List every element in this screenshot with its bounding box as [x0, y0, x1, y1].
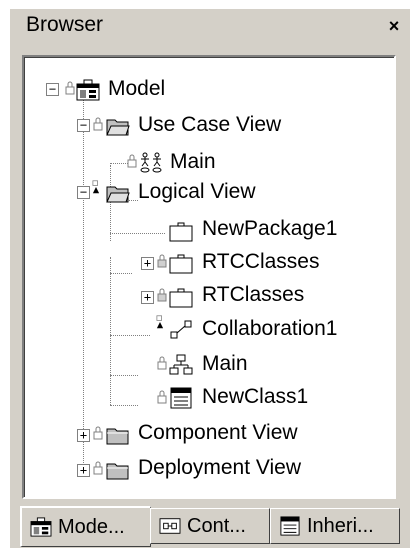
lock-icon — [157, 254, 167, 268]
browser-tabs: Mode... Cont... Inheri... — [20, 506, 410, 547]
tree-label: RTClasses — [202, 283, 305, 306]
tab-label: Inheri... — [307, 514, 374, 537]
tree-label: Collaboration1 — [202, 317, 338, 340]
expand-icon[interactable]: + — [141, 257, 154, 270]
folder-icon — [106, 463, 129, 480]
package-icon — [169, 222, 193, 242]
tree-label: Model — [108, 77, 166, 100]
lock-icon — [157, 390, 167, 404]
collaboration-icon — [170, 320, 192, 339]
tab-label: Mode... — [58, 515, 125, 538]
title-bar: Browser × — [10, 9, 410, 44]
tree-label: Main — [170, 150, 216, 173]
model-tab-icon — [30, 517, 52, 537]
class-icon — [170, 387, 192, 409]
package-icon — [169, 288, 193, 308]
open-folder-icon — [106, 119, 130, 136]
tree-label: NewClass1 — [202, 385, 309, 408]
package-icon — [169, 254, 193, 274]
tree-view[interactable]: − Model − Use Case View Main − Logical V… — [22, 55, 396, 499]
tree-label: RTCClasses — [202, 250, 320, 273]
tree-label: NewPackage1 — [202, 217, 338, 240]
tab-inheritance[interactable]: Inheri... — [270, 508, 400, 544]
use-case-diagram-icon — [140, 152, 162, 173]
tree-label: Logical View — [138, 180, 256, 203]
tree-label: Component View — [138, 421, 298, 444]
lock-icon — [127, 154, 137, 168]
lock-icon — [93, 117, 103, 131]
tree-label: Main — [202, 352, 248, 375]
tab-label: Cont... — [187, 514, 246, 537]
collapse-icon[interactable]: − — [77, 186, 90, 199]
tree-connector — [110, 233, 165, 234]
lock-icon — [93, 461, 103, 475]
class-diagram-icon — [169, 354, 193, 375]
browser-frame: − Model − Use Case View Main − Logical V… — [10, 43, 410, 548]
tree-label: Use Case View — [138, 113, 282, 136]
tab-model[interactable]: Mode... — [20, 506, 151, 547]
tree-connector — [110, 257, 111, 405]
tree-label: Deployment View — [138, 456, 302, 479]
model-icon — [76, 79, 100, 101]
locked-icon — [92, 180, 100, 194]
tree-connector — [110, 375, 138, 376]
close-button[interactable]: × — [384, 16, 404, 36]
lock-icon — [65, 81, 75, 95]
folder-icon — [106, 428, 129, 445]
locked-icon — [156, 315, 164, 329]
collapse-icon[interactable]: − — [77, 119, 90, 132]
browser-panel: Browser × − Model − Use Case View Main −… — [0, 0, 418, 548]
lock-icon — [93, 426, 103, 440]
containment-tab-icon — [159, 518, 181, 534]
window-title: Browser — [26, 13, 104, 36]
open-folder-icon — [106, 186, 130, 203]
tree-connector — [83, 97, 84, 477]
expand-icon[interactable]: + — [77, 429, 90, 442]
tree-connector — [110, 405, 138, 406]
lock-icon — [157, 288, 167, 302]
expand-icon[interactable]: + — [77, 464, 90, 477]
inheritance-tab-icon — [280, 516, 300, 536]
tree-connector — [110, 273, 132, 274]
expand-icon[interactable]: + — [141, 291, 154, 304]
tab-containment[interactable]: Cont... — [150, 508, 270, 544]
tree-connector — [110, 335, 150, 336]
lock-icon — [157, 356, 167, 370]
collapse-icon[interactable]: − — [46, 83, 59, 96]
